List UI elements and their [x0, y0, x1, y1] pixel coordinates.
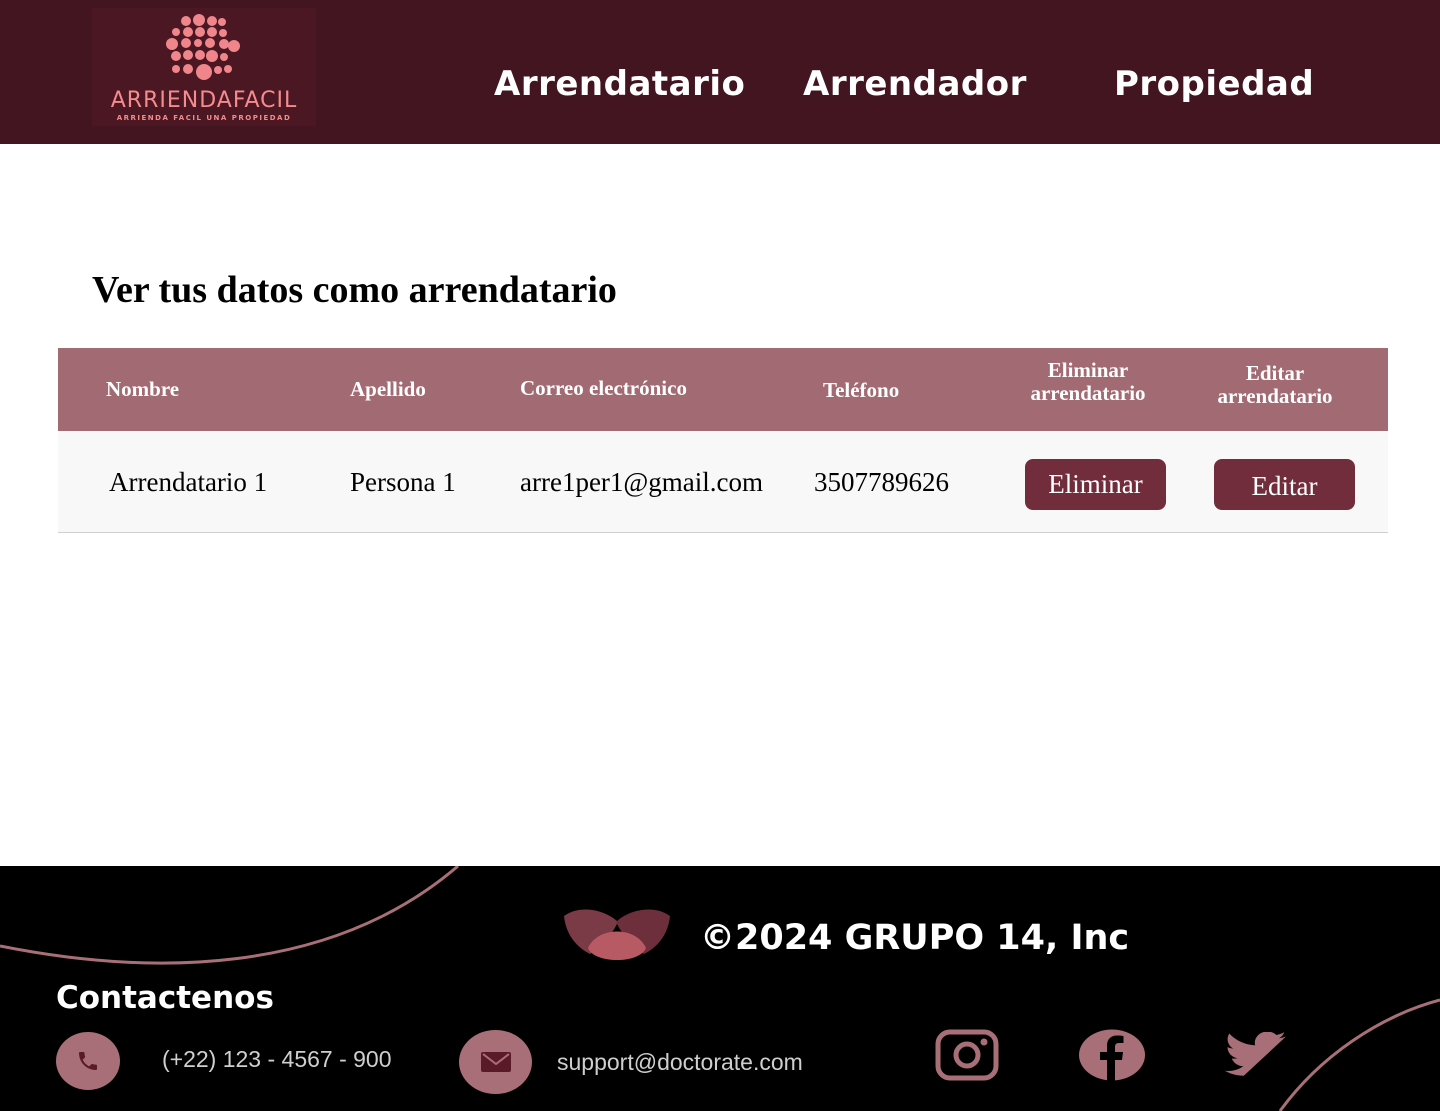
copyright-text: ©2024 GRUPO 14, Inc	[700, 918, 1130, 958]
column-header-correo: Correo electrónico	[520, 376, 687, 400]
column-header-eliminar-line1: Eliminar	[1047, 358, 1129, 382]
column-header-editar-line2: arrendatario	[1217, 384, 1333, 408]
page-title: Ver tus datos como arrendatario	[92, 269, 617, 311]
edit-button[interactable]: Editar	[1214, 459, 1355, 510]
logo-tagline: ARRIENDA FACIL UNA PROPIEDAD	[116, 114, 292, 122]
nav-link-arrendador[interactable]: Arrendador	[803, 64, 1027, 104]
cell-nombre: Arrendatario 1	[109, 467, 268, 497]
cell-correo: arre1per1@gmail.com	[520, 467, 764, 497]
brand-heart-icon	[564, 909, 670, 960]
delete-button[interactable]: Eliminar	[1025, 459, 1166, 510]
footer: ©2024 GRUPO 14, Inc Contactenos (+22) 12…	[0, 866, 1440, 1111]
column-header-telefono: Teléfono	[823, 378, 900, 402]
table-header-row: Nombre Apellido Correo electrónico Teléf…	[58, 348, 1388, 431]
support-email[interactable]: support@doctorate.com	[557, 1049, 803, 1076]
phone-icon-glyph	[79, 1052, 97, 1070]
nav-link-propiedad[interactable]: Propiedad	[1114, 64, 1314, 104]
header: ARRIENDAFACIL ARRIENDA FACIL UNA PROPIED…	[0, 0, 1440, 144]
nav-link-arrendatario[interactable]: Arrendatario	[494, 64, 745, 104]
phone-number: (+22) 123 - 4567 - 900	[162, 1046, 392, 1072]
mail-icon-glyph	[480, 1052, 511, 1072]
column-header-apellido: Apellido	[350, 377, 426, 401]
twitter-icon[interactable]	[1224, 1032, 1288, 1076]
column-header-nombre: Nombre	[106, 377, 180, 401]
logo-name: ARRIENDAFACIL	[110, 88, 298, 113]
instagram-icon[interactable]	[934, 1029, 1000, 1081]
facebook-icon[interactable]	[1078, 1029, 1146, 1081]
column-header-editar-line1: Editar	[1245, 361, 1305, 385]
phone-icon[interactable]	[56, 1032, 120, 1090]
column-header-eliminar: Eliminar arrendatario	[1008, 359, 1168, 405]
column-header-eliminar-line2: arrendatario	[1030, 381, 1146, 405]
contact-title: Contactenos	[56, 980, 274, 1016]
mail-icon[interactable]	[459, 1030, 532, 1094]
logo[interactable]: ARRIENDAFACIL ARRIENDA FACIL UNA PROPIED…	[92, 8, 316, 126]
table-row: Arrendatario 1 Persona 1 arre1per1@gmail…	[58, 431, 1388, 533]
column-header-editar: Editar arrendatario	[1195, 362, 1355, 408]
logo-dots-graphic	[166, 14, 240, 80]
cell-apellido: Persona 1	[350, 467, 456, 497]
cell-telefono: 3507789626	[814, 467, 949, 497]
